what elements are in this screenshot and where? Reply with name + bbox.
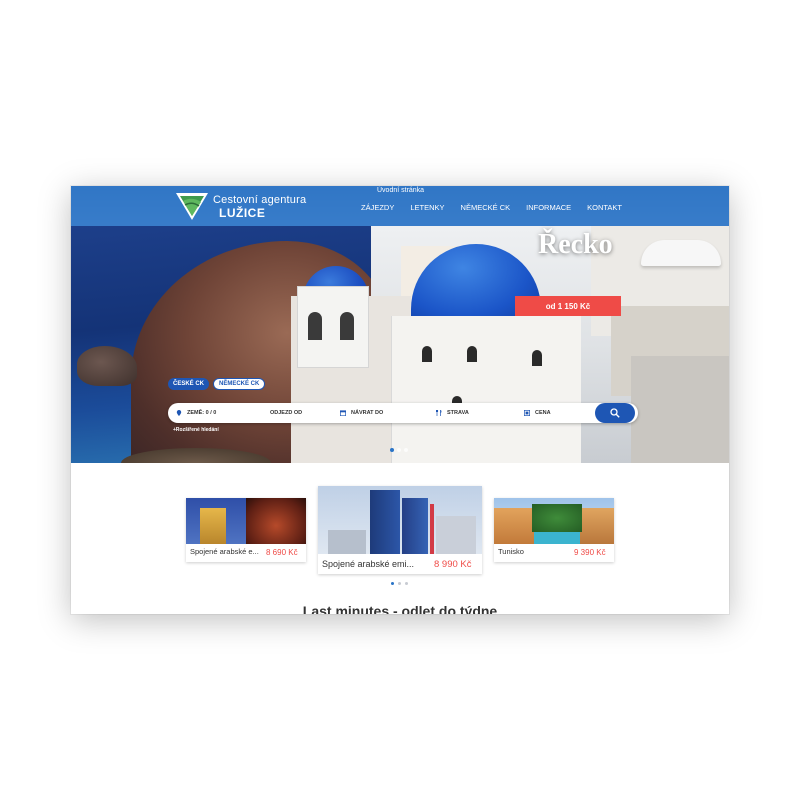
offer-price: 8 990 Kč (434, 559, 472, 570)
nav-item-informace[interactable]: INFORMACE (526, 203, 571, 212)
hero-title: Řecko (538, 229, 613, 260)
nav-item-letenky[interactable]: LETENKY (410, 203, 444, 212)
offer-price: 9 390 Kč (574, 548, 606, 557)
search-icon (610, 408, 620, 418)
hero-rock (77, 346, 137, 386)
offer-caption: Spojené arabské emi... (322, 559, 415, 569)
departure-field-label: ODJEZD OD (270, 410, 303, 416)
offer-image (186, 498, 306, 544)
offer-card[interactable]: Tunisko 9 390 Kč (494, 498, 614, 562)
slider-dot[interactable] (397, 448, 401, 452)
calendar-icon (340, 410, 346, 416)
tab-ceske-ck[interactable]: ČESKÉ CK (168, 378, 210, 390)
logo-icon[interactable] (175, 191, 209, 221)
hero-banner: Cestovní agentura LUŽICE Úvodní stránka … (71, 186, 729, 463)
return-field-label: NÁVRAT DO (351, 410, 384, 416)
slider-dot[interactable] (390, 448, 394, 452)
offer-image (318, 486, 482, 554)
main-nav: ZÁJEZDY LETENKY NĚMECKÉ CK INFORMACE KON… (361, 203, 622, 212)
tab-nemecke-ck[interactable]: NĚMECKÉ CK (213, 378, 266, 390)
country-field-label: ZEMĚ: 0 / 0 (187, 410, 217, 416)
slider-dot[interactable] (398, 582, 401, 585)
search-button[interactable] (595, 403, 635, 423)
board-field[interactable]: STRAVA (436, 403, 469, 423)
browser-page: Cestovní agentura LUŽICE Úvodní stránka … (71, 186, 729, 614)
hero-bell-tower (297, 286, 369, 368)
price-field-label: CENA (535, 410, 551, 416)
slider-dot[interactable] (391, 582, 394, 585)
price-icon (524, 410, 530, 416)
price-field[interactable]: CENA (524, 403, 551, 423)
agency-tabs: ČESKÉ CK NĚMECKÉ CK (168, 378, 266, 390)
offer-caption: Spojené arabské e... (190, 547, 259, 556)
map-pin-icon (176, 410, 182, 416)
hero-slider-dots (390, 448, 408, 452)
hero-terrace (631, 356, 729, 463)
section-title: Last minutes - odlet do týdne (302, 603, 498, 614)
offer-card[interactable]: Spojené arabské e... 8 690 Kč (186, 498, 306, 562)
offers-slider-dots (391, 582, 408, 585)
hero-price-badge[interactable]: od 1 150 Kč (515, 296, 621, 316)
brand-name-bold: LUŽICE (219, 206, 266, 220)
search-bar: ZEMĚ: 0 / 0 ODJEZD OD NÁVRAT DO STRAVA C… (168, 403, 638, 423)
country-field[interactable]: ZEMĚ: 0 / 0 (176, 403, 216, 423)
nav-item-zajezdy[interactable]: ZÁJEZDY (361, 203, 394, 212)
home-link[interactable]: Úvodní stránka (377, 187, 424, 194)
hero-umbrella (641, 240, 721, 266)
board-field-label: STRAVA (447, 410, 469, 416)
advanced-search-link[interactable]: +Rozšířené hledání (173, 427, 219, 433)
nav-item-kontakt[interactable]: KONTAKT (587, 203, 622, 212)
fork-knife-icon (436, 410, 442, 416)
offer-image (494, 498, 614, 544)
offer-price: 8 690 Kč (266, 548, 298, 557)
hero-church (391, 316, 581, 463)
slider-dot[interactable] (404, 448, 408, 452)
slider-dot[interactable] (405, 582, 408, 585)
nav-item-nemecke-ck[interactable]: NĚMECKÉ CK (461, 203, 511, 212)
return-field[interactable]: NÁVRAT DO (340, 403, 383, 423)
offer-card-featured[interactable]: Spojené arabské emi... 8 990 Kč (318, 486, 482, 574)
brand-name: Cestovní agentura (213, 194, 307, 206)
departure-field[interactable]: ODJEZD OD (270, 403, 302, 423)
offer-caption: Tunisko (498, 547, 524, 556)
